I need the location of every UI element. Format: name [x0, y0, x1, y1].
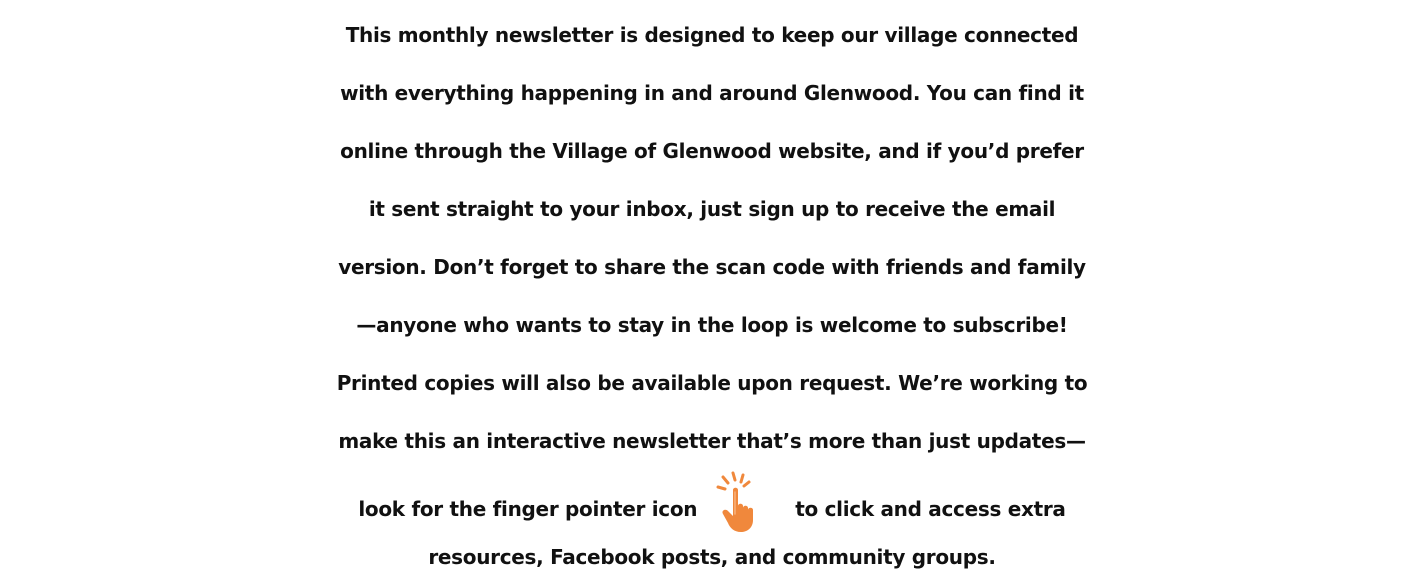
text-line: online through the Village of Glenwood w… [340, 139, 1084, 163]
text-line: Printed copies will also be available up… [336, 371, 1088, 395]
text-line: This monthly newsletter is designed to k… [345, 23, 1079, 47]
text-line: resources, Facebook posts, and community… [428, 545, 996, 569]
text-line: it sent straight to your inbox, just sig… [368, 197, 1056, 221]
icon-line-before: look for the finger pointer icon [358, 497, 698, 521]
icon-line-after: to click and access extra [795, 497, 1066, 521]
text-line-with-icon: look for the finger pointer icon to clic… [0, 470, 1424, 532]
text-line: make this an interactive newsletter that… [338, 429, 1086, 453]
finger-pointer-icon[interactable] [711, 470, 775, 534]
text-line: with everything happening in and around … [340, 81, 1084, 105]
text-line: version. Don’t forget to share the scan … [338, 255, 1086, 279]
newsletter-paragraph: This monthly newsletter is designed to k… [0, 0, 1424, 576]
text-line: —anyone who wants to stay in the loop is… [356, 313, 1068, 337]
